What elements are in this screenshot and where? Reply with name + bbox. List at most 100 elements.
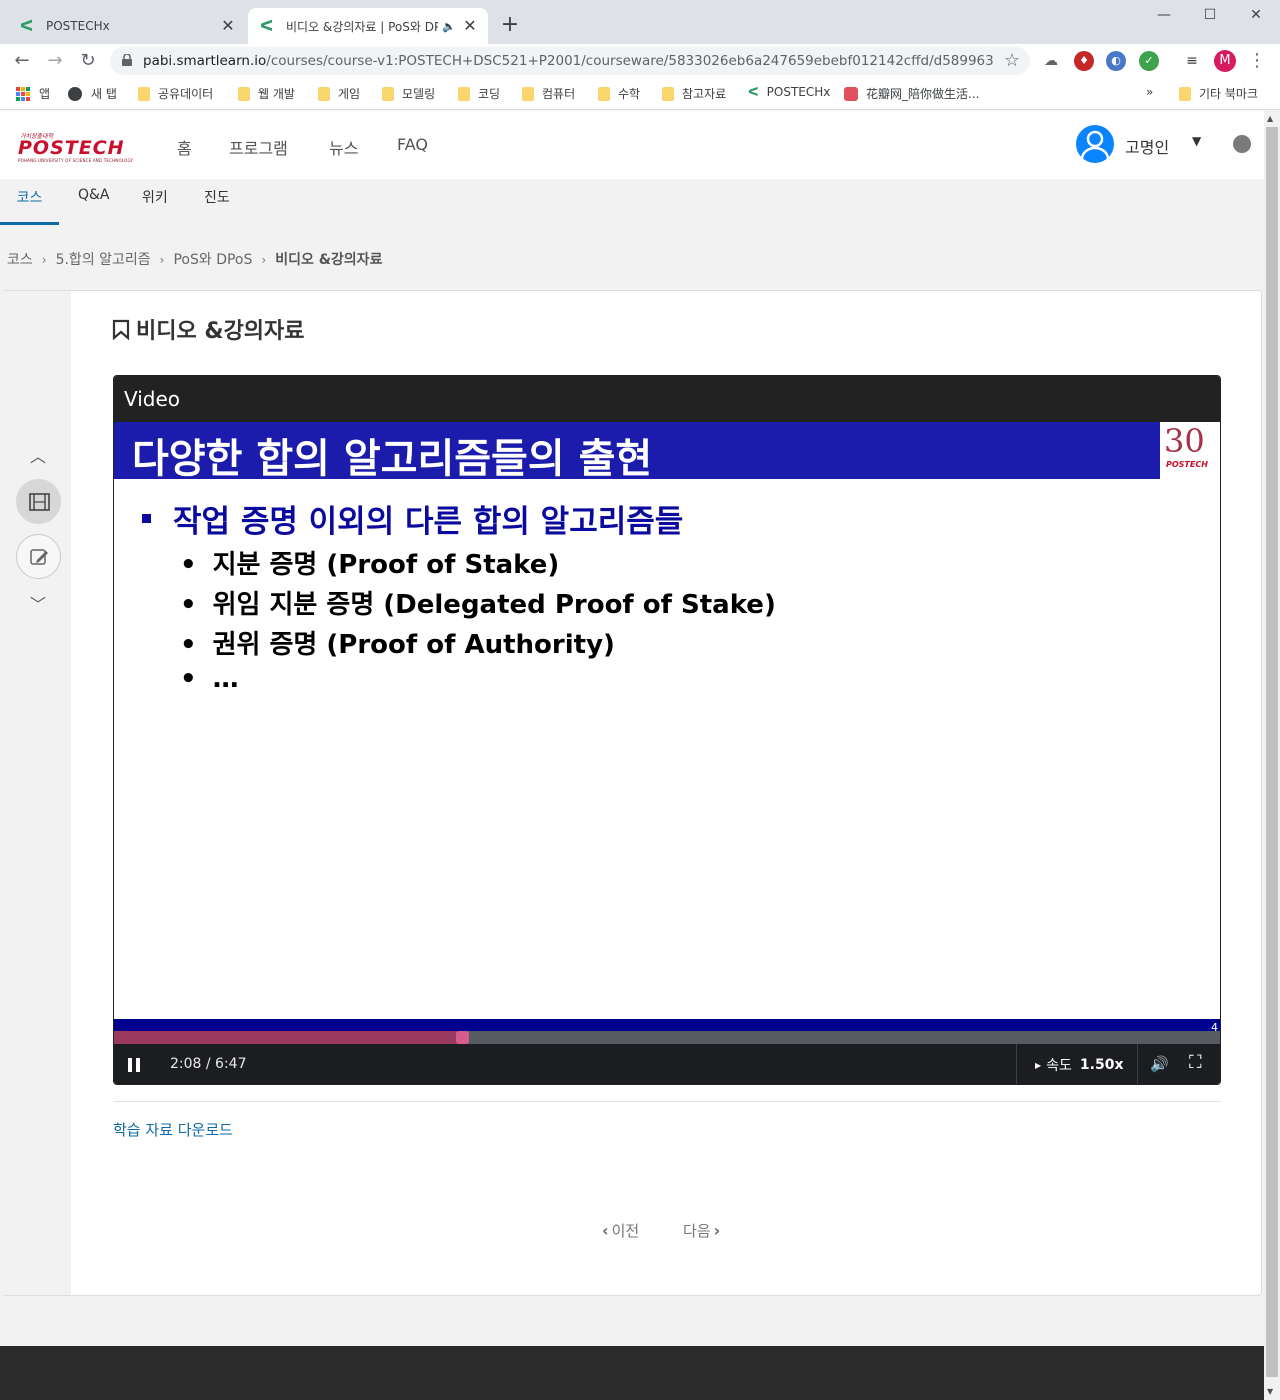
nav-home[interactable]: 홈 <box>177 135 192 159</box>
chevron-right-icon: › <box>713 1221 721 1240</box>
address-bar[interactable]: pabi.smartlearn.io/courses/course-v1:POS… <box>110 47 1030 75</box>
bookmark-folder[interactable]: 웹 개발 <box>238 85 295 102</box>
breadcrumb-item[interactable]: 코스 <box>7 252 33 268</box>
user-name[interactable]: 고명인 <box>1125 134 1169 158</box>
folder-icon <box>318 86 330 101</box>
nav-faq[interactable]: FAQ <box>397 135 428 154</box>
breadcrumb-item[interactable]: 5.합의 알고리즘 <box>56 252 151 268</box>
postech-logo[interactable]: 가치창출대학 POSTECH POHANG UNIVERSITY OF SCIE… <box>18 131 148 163</box>
extension-icon[interactable]: ◐ <box>1106 51 1126 71</box>
bookmark-folder[interactable]: 코딩 <box>458 85 500 102</box>
square-bullet-icon <box>142 514 151 523</box>
slide-sub-bullet: • 지분 증명 (Proof of Stake) <box>180 550 560 580</box>
nav-news[interactable]: 뉴스 <box>329 135 358 159</box>
bookmark-huaban[interactable]: 花瓣网_陪你做生活... <box>844 85 979 102</box>
maximize-button[interactable]: ☐ <box>1187 4 1233 26</box>
slide-anniversary-logo: 30 POSTECH <box>1160 422 1220 479</box>
back-arrow-icon[interactable]: ← <box>10 49 34 73</box>
folder-icon <box>138 86 150 101</box>
divider <box>113 1101 1221 1102</box>
browser-tab-postechx[interactable]: ᐸ POSTECHx ✕ <box>8 8 246 44</box>
lock-icon <box>122 54 132 66</box>
bookmark-new-tab[interactable]: 새 탭 <box>68 85 117 102</box>
fullscreen-icon[interactable]: ⛶ <box>1189 1052 1202 1073</box>
pause-icon[interactable] <box>128 1058 140 1072</box>
chevron-right-icon: › <box>261 253 267 267</box>
site-header: 가치창출대학 POSTECH POHANG UNIVERSITY OF SCIE… <box>0 111 1264 179</box>
bookmark-folder[interactable]: 공유데이터 <box>138 85 213 102</box>
video-player[interactable]: Video 다양한 합의 알고리즘들의 출현 30 POSTECH 작업 증명 … <box>113 375 1221 1085</box>
bookmark-postechx[interactable]: ᐸ POSTECHx <box>748 85 830 99</box>
chevron-down-icon[interactable]: ▼ <box>1192 134 1201 148</box>
browser-tab-video[interactable]: ᐸ 비디오 &강의자료 | PoS와 DPoS 🔈 ✕ <box>248 8 488 44</box>
tab-course[interactable]: 코스 <box>0 187 59 225</box>
bookmark-folder[interactable]: 모델링 <box>382 85 435 102</box>
close-window-button[interactable]: ✕ <box>1233 4 1279 26</box>
chevron-down-icon[interactable]: ﹀ <box>27 591 49 615</box>
language-globe-icon[interactable] <box>1233 135 1251 153</box>
speed-button[interactable]: ▶ 속도 1.50x <box>1016 1044 1138 1084</box>
breadcrumb-item[interactable]: PoS와 DPoS <box>173 252 252 268</box>
tab-progress[interactable]: 진도 <box>204 187 230 225</box>
problem-unit-button[interactable] <box>16 534 61 579</box>
scroll-thumb[interactable] <box>1266 127 1278 1377</box>
scroll-down-arrow-icon[interactable]: ▼ <box>1267 1387 1273 1396</box>
bookmarks-bar: 앱 새 탭 공유데이터 웹 개발 게임 모델링 코딩 컴퓨터 수학 참고자료 ᐸ… <box>0 78 1280 110</box>
shield-extension-icon[interactable]: ✓ <box>1139 51 1159 71</box>
next-button[interactable]: 다음 › <box>683 1220 720 1241</box>
globe-icon <box>68 86 82 101</box>
tab-wiki[interactable]: 위키 <box>142 187 168 225</box>
nav-programs[interactable]: 프로그램 <box>229 135 288 159</box>
slide-sub-bullet: •… <box>180 664 239 694</box>
bookmark-folder[interactable]: 수학 <box>598 85 640 102</box>
profile-avatar[interactable]: M <box>1214 50 1236 72</box>
tab-close-icon[interactable]: ✕ <box>460 16 480 36</box>
slide-title: 다양한 합의 알고리즘들의 출현 <box>132 436 653 482</box>
slide-main-bullet: 작업 증명 이외의 다른 합의 알고리즘들 <box>142 496 683 541</box>
slide-sub-bullet: • 위임 지분 증명 (Delegated Proof of Stake) <box>180 590 776 620</box>
bookmark-folder[interactable]: 게임 <box>318 85 360 102</box>
folder-icon <box>382 86 394 101</box>
video-progress-slider[interactable] <box>114 1031 1220 1044</box>
folder-icon <box>1179 86 1191 101</box>
folder-icon <box>662 86 674 101</box>
page-scrollbar[interactable]: ▲ ▼ <box>1264 111 1280 1400</box>
bookmark-icon[interactable] <box>112 318 130 340</box>
previous-button[interactable]: ‹ 이전 <box>602 1220 639 1241</box>
apps-grid-icon <box>16 86 30 101</box>
forward-arrow-icon[interactable]: → <box>43 49 67 73</box>
bookmarks-overflow-button[interactable]: » <box>1146 85 1153 99</box>
extension-icon[interactable]: ♦ <box>1074 51 1094 71</box>
extension-icon[interactable]: ☁ <box>1041 51 1061 71</box>
edit-icon <box>30 549 48 565</box>
user-avatar-icon[interactable] <box>1076 125 1114 163</box>
video-unit-button[interactable] <box>16 479 61 524</box>
volume-icon[interactable]: 🔊 <box>1150 1055 1169 1073</box>
scroll-up-arrow-icon[interactable]: ▲ <box>1267 114 1273 123</box>
new-tab-button[interactable]: + <box>498 14 522 38</box>
bookmark-folder[interactable]: 컴퓨터 <box>522 85 575 102</box>
chevron-right-icon: › <box>159 253 165 267</box>
tab-close-icon[interactable]: ✕ <box>218 16 238 36</box>
course-tabs: 코스 Q&A 위키 진도 <box>0 179 1264 225</box>
media-control-icon[interactable]: ≡ <box>1182 51 1202 71</box>
slide-footer-bar <box>114 1019 1220 1031</box>
audio-playing-icon[interactable]: 🔈 <box>442 20 456 33</box>
bookmark-folder[interactable]: 참고자료 <box>662 85 726 102</box>
bookmark-apps[interactable]: 앱 <box>16 85 50 102</box>
postechx-favicon-icon: ᐸ <box>260 17 274 35</box>
reload-icon[interactable]: ↻ <box>76 49 100 73</box>
slide-sub-bullet: • 권위 증명 (Proof of Authority) <box>180 630 615 660</box>
time-display: 2:08 / 6:47 <box>170 1056 247 1072</box>
breadcrumb-current: 비디오 &강의자료 <box>275 252 383 268</box>
bookmark-star-icon[interactable]: ☆ <box>1004 50 1020 71</box>
progress-handle[interactable] <box>456 1031 469 1044</box>
postechx-favicon-icon: ᐸ <box>20 17 34 35</box>
chevron-up-icon[interactable]: ︿ <box>27 443 49 467</box>
download-materials-link[interactable]: 학습 자료 다운로드 <box>113 1119 233 1140</box>
tab-qna[interactable]: Q&A <box>78 187 110 225</box>
browser-menu-icon[interactable]: ⋮ <box>1248 50 1266 71</box>
video-label: Video <box>114 376 1220 422</box>
minimize-button[interactable]: — <box>1141 4 1187 26</box>
bookmark-other-folder[interactable]: 기타 북마크 <box>1179 85 1258 102</box>
